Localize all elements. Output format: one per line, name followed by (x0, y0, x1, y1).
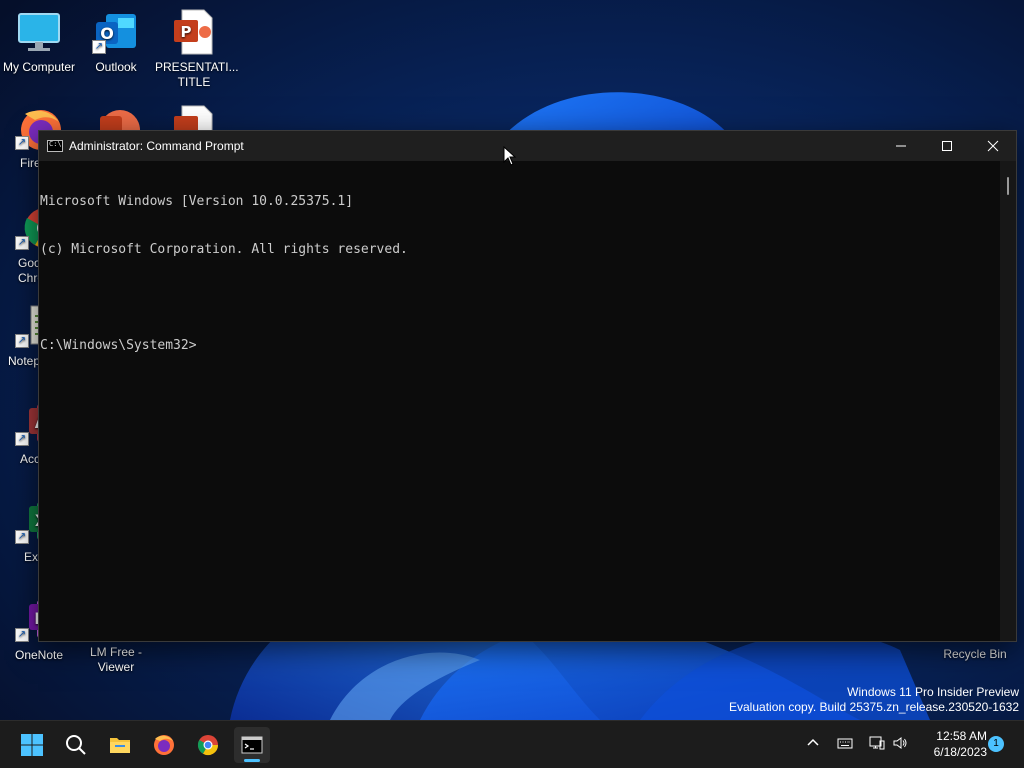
desktop-icon-label: Goo Chro (18, 256, 45, 285)
window-title: Administrator: Command Prompt (69, 139, 244, 153)
clock[interactable]: 12:58 AM 6/18/2023 (915, 728, 987, 760)
chrome-icon (197, 735, 219, 756)
desktop-icon-label: Outlook (95, 60, 137, 74)
title-icon-text: C:\ (49, 140, 62, 148)
minimize-icon (896, 145, 906, 147)
windows-watermark: Windows 11 Pro Insider Preview Evaluatio… (729, 685, 1019, 715)
shortcut-arrow-icon: ↗ (15, 432, 29, 446)
desktop-icon-lm-viewer[interactable]: LM Free - Viewer (77, 645, 155, 675)
desktop-icon-outlook[interactable]: O ↗ Outlook (77, 8, 155, 75)
shortcut-arrow-icon: ↗ (15, 236, 29, 250)
title-bar[interactable]: C:\ Administrator: Command Prompt (39, 131, 1016, 161)
shortcut-arrow-icon: ↗ (15, 628, 29, 642)
chevron-up-icon (807, 738, 819, 746)
search-button[interactable] (58, 727, 94, 763)
network-icon (869, 736, 885, 750)
svg-text:P: P (181, 23, 192, 41)
keyboard-icon (837, 738, 853, 749)
clock-time: 12:58 AM (936, 729, 987, 743)
search-icon (66, 735, 86, 755)
desktop-icon-recycle-bin[interactable]: Recycle Bin (935, 647, 1015, 661)
watermark-line-2: Evaluation copy. Build 25375.zn_release.… (729, 700, 1019, 714)
shortcut-arrow-icon: ↗ (15, 334, 29, 348)
desktop-icon-label: PRESENTATI... TITLE (155, 60, 239, 89)
close-button[interactable] (970, 131, 1016, 161)
command-prompt-window[interactable]: C:\ Administrator: Command Prompt Micros… (38, 130, 1017, 642)
console-output[interactable]: Microsoft Windows [Version 10.0.25375.1]… (39, 161, 1000, 641)
desktop-icon-label: Recycle Bin (943, 647, 1007, 661)
start-icon (21, 734, 43, 756)
desktop-icon-my-computer[interactable]: My Computer (0, 8, 78, 75)
notification-badge[interactable]: 1 (988, 736, 1004, 752)
chrome-taskbar-button[interactable] (190, 727, 226, 763)
watermark-line-1: Windows 11 Pro Insider Preview (847, 685, 1019, 699)
powerpoint-file-icon: P (174, 9, 213, 55)
file-explorer-icon (110, 738, 130, 753)
command-prompt-icon (241, 736, 263, 754)
desktop-icon-label: OneNote (14, 648, 64, 662)
desktop-icon-label: My Computer (2, 60, 76, 74)
vertical-scrollbar[interactable] (1000, 161, 1016, 641)
shortcut-arrow-icon: ↗ (15, 530, 29, 544)
active-app-indicator (244, 759, 260, 762)
show-hidden-icons-button[interactable] (805, 733, 821, 753)
console-prompt[interactable]: C:\Windows\System32> (40, 338, 1000, 354)
close-icon (987, 140, 999, 152)
monitor-icon (18, 13, 60, 51)
maximize-icon (942, 141, 952, 151)
shortcut-arrow-icon: ↗ (92, 40, 106, 54)
firefox-taskbar-button[interactable] (146, 727, 182, 763)
speaker-icon (893, 737, 907, 749)
clock-date: 6/18/2023 (933, 745, 987, 759)
file-explorer-button[interactable] (102, 727, 138, 763)
console-line: (c) Microsoft Corporation. All rights re… (40, 242, 408, 257)
firefox-icon (154, 735, 174, 755)
console-line: Microsoft Windows [Version 10.0.25375.1] (40, 194, 354, 209)
maximize-button[interactable] (924, 131, 970, 161)
shortcut-arrow-icon: ↗ (15, 136, 29, 150)
network-button[interactable] (868, 733, 886, 753)
scrollbar-thumb[interactable] (1007, 177, 1009, 195)
mouse-cursor-icon (503, 146, 517, 166)
desktop-icon-presentation[interactable]: P PRESENTATI... TITLE (155, 8, 239, 90)
volume-button[interactable] (891, 733, 909, 753)
minimize-button[interactable] (878, 131, 924, 161)
command-prompt-taskbar-button[interactable] (234, 727, 270, 763)
start-button[interactable] (14, 727, 50, 763)
desktop-icon-label: LM Free - Viewer (89, 645, 142, 674)
command-prompt-icon: C:\ (47, 140, 63, 152)
keyboard-button[interactable] (836, 733, 854, 753)
